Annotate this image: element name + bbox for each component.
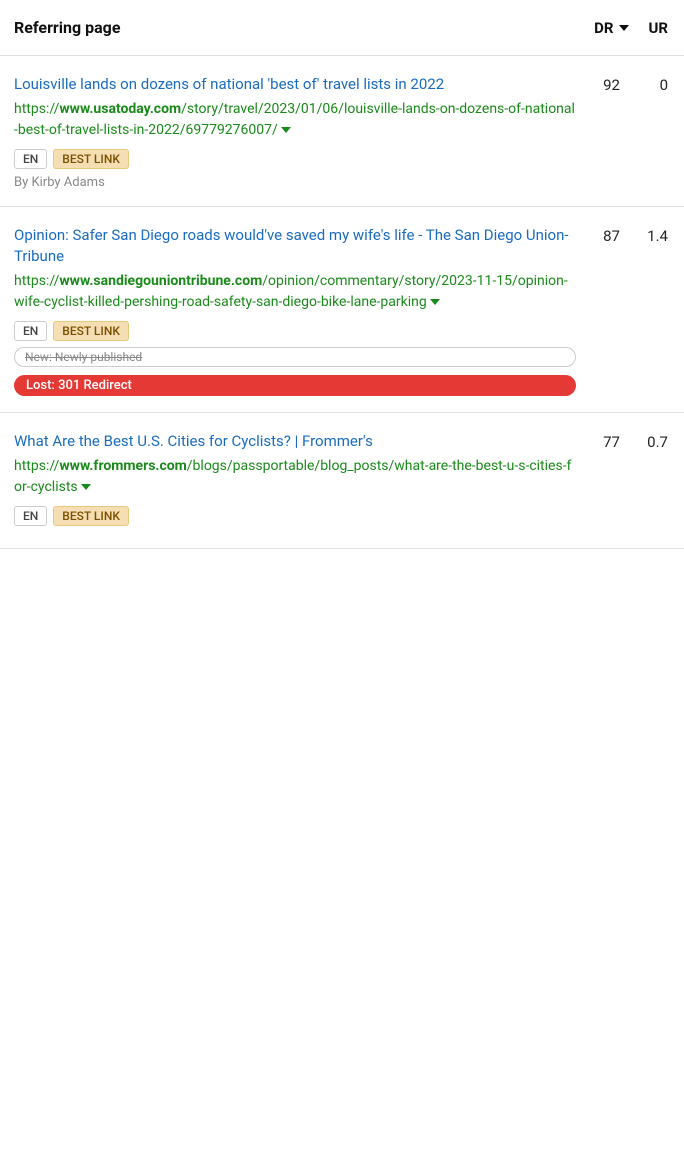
- ur-value: 0: [640, 76, 668, 94]
- row-content: Louisville lands on dozens of national '…: [14, 74, 576, 190]
- table-header: Referring page DR UR: [0, 0, 684, 56]
- dr-value: 77: [592, 433, 620, 451]
- dr-value: 87: [592, 227, 620, 245]
- best-link-tag: BEST LINK: [53, 321, 129, 341]
- sort-arrow-icon: [619, 25, 629, 31]
- page-title[interactable]: Louisville lands on dozens of national '…: [14, 74, 576, 95]
- row-metrics: 87 1.4: [588, 225, 668, 245]
- best-link-tag: BEST LINK: [53, 149, 129, 169]
- author-line: By Kirby Adams: [14, 175, 576, 190]
- ur-value: 0.7: [640, 433, 668, 451]
- url-dropdown-icon[interactable]: [81, 484, 91, 490]
- row-metrics: 92 0: [588, 74, 668, 94]
- lang-tag: EN: [14, 506, 47, 526]
- page-url[interactable]: https://www.sandiegouniontribune.com/opi…: [14, 271, 576, 313]
- row-content: Opinion: Safer San Diego roads would've …: [14, 225, 576, 396]
- url-dropdown-icon[interactable]: [430, 299, 440, 305]
- column-referring-page: Referring page: [14, 18, 120, 37]
- row-content: What Are the Best U.S. Cities for Cyclis…: [14, 431, 576, 532]
- dr-value: 92: [592, 76, 620, 94]
- tag-row: EN BEST LINK: [14, 321, 576, 341]
- url-domain: www.frommers.com: [59, 458, 186, 474]
- ur-value: 1.4: [640, 227, 668, 245]
- page-title[interactable]: What Are the Best U.S. Cities for Cyclis…: [14, 431, 576, 452]
- table-row: Opinion: Safer San Diego roads would've …: [0, 207, 684, 413]
- best-link-tag: BEST LINK: [53, 506, 129, 526]
- page-url[interactable]: https://www.frommers.com/blogs/passporta…: [14, 456, 576, 498]
- status-new-badge: New: Newly published: [14, 347, 576, 367]
- url-dropdown-icon[interactable]: [281, 127, 291, 133]
- tag-row: EN BEST LINK: [14, 149, 576, 169]
- table-row: Louisville lands on dozens of national '…: [0, 56, 684, 207]
- row-metrics: 77 0.7: [588, 431, 668, 451]
- status-lost-badge: Lost: 301 Redirect: [14, 375, 576, 396]
- page-title[interactable]: Opinion: Safer San Diego roads would've …: [14, 225, 576, 267]
- url-domain: www.sandiegouniontribune.com: [59, 273, 262, 289]
- table-row: What Are the Best U.S. Cities for Cyclis…: [0, 413, 684, 549]
- page-url[interactable]: https://www.usatoday.com/story/travel/20…: [14, 99, 576, 141]
- lang-tag: EN: [14, 149, 47, 169]
- column-ur: UR: [649, 19, 669, 37]
- lang-tag: EN: [14, 321, 47, 341]
- column-dr[interactable]: DR: [594, 19, 628, 37]
- tag-row: EN BEST LINK: [14, 506, 576, 526]
- url-prefix: https://: [14, 101, 59, 117]
- url-prefix: https://: [14, 458, 59, 474]
- url-domain: www.usatoday.com: [59, 101, 181, 117]
- url-prefix: https://: [14, 273, 59, 289]
